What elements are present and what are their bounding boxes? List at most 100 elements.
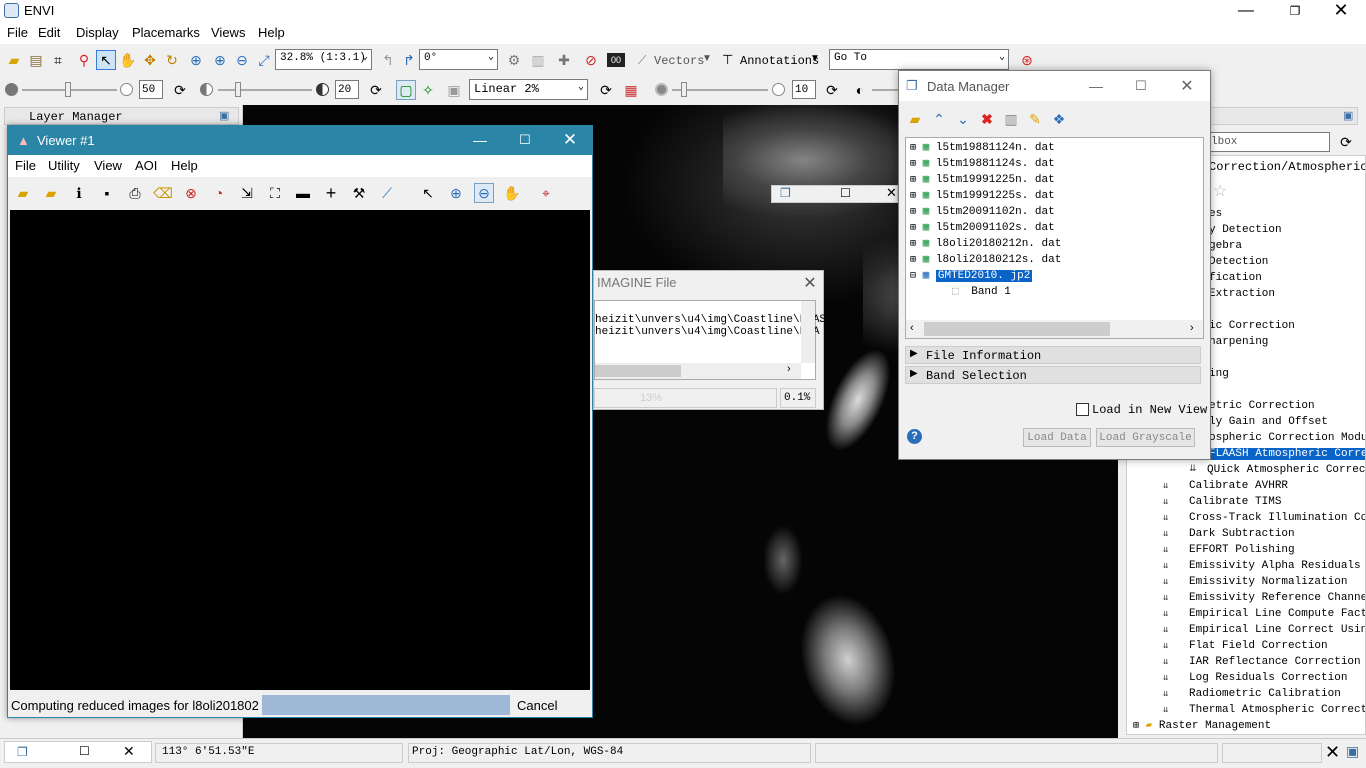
help-icon[interactable]: ? xyxy=(907,429,922,444)
scrollbar[interactable]: › xyxy=(595,363,801,379)
profile-chart-icon[interactable]: ⟋ xyxy=(377,183,397,203)
toolbox-item[interactable]: ⇊ Dark Subtraction xyxy=(1163,526,1365,542)
clipboard-icon[interactable]: ▤ xyxy=(26,50,46,70)
zoom-fit-icon[interactable]: ⤢ xyxy=(254,50,274,70)
pan-hand-icon[interactable]: ✋ xyxy=(118,50,138,70)
stretch-combo[interactable]: Linear 2% ⌄ xyxy=(469,79,588,100)
load-grayscale-button[interactable]: Load Grayscale xyxy=(1096,428,1195,447)
close-button[interactable]: ✕ xyxy=(558,129,582,151)
zoom-in-icon[interactable]: ⊕ xyxy=(446,183,466,203)
collapse-all-icon[interactable]: ⌃ xyxy=(929,109,949,129)
close-button[interactable]: ✕ xyxy=(799,273,821,293)
sharpen-slider[interactable] xyxy=(672,82,768,97)
rotate-right-icon[interactable]: ↱ xyxy=(399,50,419,70)
star-icon[interactable]: ☆ xyxy=(1213,181,1227,201)
info-icon[interactable]: ℹ xyxy=(69,183,89,203)
toolbox-item[interactable]: ⇊ EFFORT Polishing xyxy=(1163,542,1365,558)
contrast-value[interactable]: 20 xyxy=(335,80,359,99)
no-entry-icon[interactable]: ⊘ xyxy=(581,50,601,70)
stretch-icon[interactable]: ✧ xyxy=(418,80,438,100)
close-button[interactable]: ✕ xyxy=(1330,0,1352,20)
refresh-icon[interactable]: ⟳ xyxy=(1336,132,1356,152)
expand-icon[interactable]: ⊞ xyxy=(910,175,916,186)
portal-icon[interactable]: ▥ xyxy=(528,50,548,70)
minimize-button[interactable]: — xyxy=(1236,2,1256,20)
full-extent-icon[interactable]: ▢ xyxy=(396,80,416,100)
close-button[interactable]: ✕ xyxy=(886,185,897,201)
full-extent-icon[interactable]: ⛶ xyxy=(265,183,285,203)
maximize-button[interactable]: ☐ xyxy=(79,744,90,758)
fill-icon[interactable]: ◔ xyxy=(209,183,229,203)
minimized-window[interactable]: ❐ ☐ ✕ xyxy=(4,741,152,763)
menu-placemarks[interactable]: Placemarks xyxy=(132,25,200,40)
close-file-icon[interactable]: ✖ xyxy=(977,109,997,129)
toolbox-item[interactable]: ⇊ Emissivity Normalization xyxy=(1163,574,1365,590)
counter-icon[interactable]: 00 xyxy=(607,53,625,67)
rotation-combo[interactable]: 0° ⌄ xyxy=(419,49,498,70)
toolbox-item-quick[interactable]: QUick Atmospheric Correct xyxy=(1207,462,1365,478)
close-button[interactable]: ✕ xyxy=(1176,75,1198,97)
vectors-dropdown[interactable]: Vectors xyxy=(654,54,704,68)
maximize-button[interactable]: ☐ xyxy=(1130,76,1152,96)
chip-icon[interactable]: ⚙ xyxy=(504,50,524,70)
toolbox-item-raster-management[interactable]: ⊞ ▰ Raster Management xyxy=(1133,718,1271,734)
rotate-left-icon[interactable]: ↰ xyxy=(378,50,398,70)
file-item[interactable]: ⊞ ▦ l5tm19881124n. dat xyxy=(906,140,1203,156)
menu-display[interactable]: Display xyxy=(76,25,119,40)
expand-all-icon[interactable]: ⌄ xyxy=(953,109,973,129)
refresh-icon[interactable]: ⟳ xyxy=(596,80,616,100)
toolbox-item[interactable]: ⇊ Log Residuals Correction xyxy=(1163,670,1365,686)
rotate-icon[interactable]: ↻ xyxy=(162,50,182,70)
viewer-menu-file[interactable]: File xyxy=(15,158,36,173)
refresh-icon[interactable]: ⟳ xyxy=(366,80,386,100)
file-item[interactable]: ⊞ ▦ l5tm19991225n. dat xyxy=(906,172,1203,188)
file-item[interactable]: ⊞ ▦ l8oli20180212s. dat xyxy=(906,252,1203,268)
toolbox-item[interactable]: ⇊ Thermal Atmospheric Correcti xyxy=(1163,702,1365,718)
pan-hand-icon[interactable]: ✋ xyxy=(502,183,522,203)
zoom-combo[interactable]: 32.8% (1:3.1) ⌄ xyxy=(275,49,372,70)
toolbox-item[interactable]: ⇊ Cross-Track Illumination Cor xyxy=(1163,510,1365,526)
brightness-slider[interactable] xyxy=(22,82,117,97)
link-icon[interactable]: ❖ xyxy=(1049,109,1069,129)
expand-icon[interactable]: ⊞ xyxy=(910,159,916,170)
toolbox-item[interactable]: ⇊ Calibrate TIMS xyxy=(1163,494,1365,510)
sharpen-value[interactable]: 10 xyxy=(792,80,816,99)
file-information-section[interactable]: ▶ File Information xyxy=(905,346,1201,364)
checkbox[interactable] xyxy=(1076,403,1089,416)
clear-view-icon[interactable]: ⊗ xyxy=(181,183,201,203)
toolbox-search[interactable]: lbox xyxy=(1208,132,1330,152)
open-icon[interactable]: ▰ xyxy=(13,183,33,203)
toolbox-item[interactable]: ⇊ Calibrate AVHRR xyxy=(1163,478,1365,494)
file-item[interactable]: ⊞ ▦ l5tm19991225s. dat xyxy=(906,188,1203,204)
toolbox-item[interactable]: ⇊ Empirical Line Correct Using xyxy=(1163,622,1365,638)
transparency-icon[interactable]: ◐ xyxy=(850,80,870,100)
close-all-icon[interactable]: ▥ xyxy=(1001,109,1021,129)
refresh-icon[interactable]: ⟳ xyxy=(822,80,842,100)
minimize-button[interactable]: — xyxy=(468,130,492,150)
pin-icon[interactable]: ▣ xyxy=(1343,109,1353,122)
expand-icon[interactable]: ⊞ xyxy=(910,223,916,234)
maximize-button[interactable]: ☐ xyxy=(840,186,851,200)
zoom-out-icon[interactable]: ⊖ xyxy=(232,50,252,70)
stretch-disabled-icon[interactable]: ▣ xyxy=(444,80,464,100)
toolbox-item[interactable]: ⇊ Flat Field Correction xyxy=(1163,638,1365,654)
ruler-icon[interactable]: ▬ xyxy=(293,183,313,203)
viewer-menu-aoi[interactable]: AOI xyxy=(135,158,157,173)
load-data-button[interactable]: Load Data xyxy=(1023,428,1091,447)
select-arrow-icon[interactable]: ↖ xyxy=(96,50,116,70)
hammer-icon[interactable]: ⚒ xyxy=(349,183,369,203)
file-item[interactable]: ⊞ ▦ l5tm20091102n. dat xyxy=(906,204,1203,220)
color-table-icon[interactable]: ▦ xyxy=(621,80,641,100)
open-multiple-icon[interactable]: ▰ xyxy=(41,183,61,203)
goto-combo[interactable]: Go To ⌄ xyxy=(829,49,1009,70)
pin-icon[interactable]: ▣ xyxy=(219,109,229,122)
pixel-locator-icon[interactable]: ⌖ xyxy=(536,183,556,203)
menu-views[interactable]: Views xyxy=(211,25,245,40)
zoom-out-icon[interactable]: ⊖ xyxy=(474,183,494,203)
eraser-icon[interactable]: ⌫ xyxy=(153,183,173,203)
crosshair-icon[interactable]: ✚ xyxy=(554,50,574,70)
toolbox-item[interactable]: ⇊ Empirical Line Compute Facto xyxy=(1163,606,1365,622)
crop-icon[interactable]: ⌗ xyxy=(48,50,68,70)
toolbox-item-flaash[interactable]: FLAASH Atmospheric Correc xyxy=(1205,446,1365,462)
open-folder-icon[interactable]: ▰ xyxy=(4,50,24,70)
